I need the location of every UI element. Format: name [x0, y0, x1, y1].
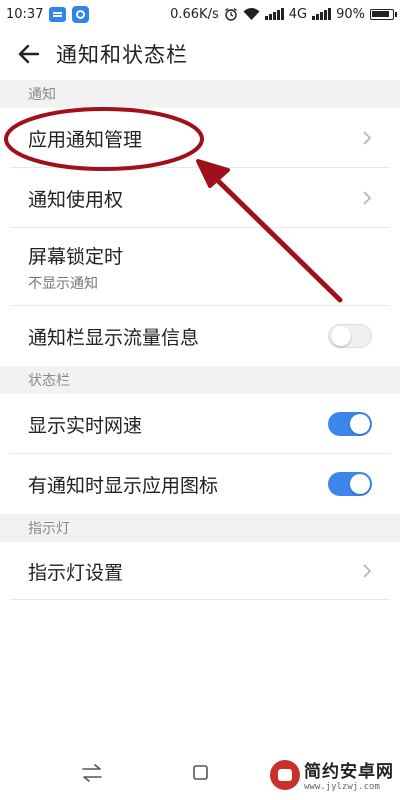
row-label: 显示实时网速 — [28, 414, 143, 437]
signal-icon — [264, 8, 284, 20]
row-sublabel: 不显示通知 — [28, 275, 98, 292]
toggle-knob — [350, 414, 370, 434]
row-notification-access[interactable]: 通知使用权 — [0, 168, 400, 228]
section-label: 状态栏 — [28, 373, 70, 389]
row-app-notification-management[interactable]: 应用通知管理 — [0, 108, 400, 168]
row-label: 有通知时显示应用图标 — [28, 474, 219, 497]
page-title: 通知和状态栏 — [56, 43, 188, 67]
row-show-realtime-speed[interactable]: 显示实时网速 — [0, 394, 400, 454]
section-header-status-bar: 状态栏 — [0, 366, 400, 394]
row-show-traffic-info[interactable]: 通知栏显示流量信息 — [0, 306, 400, 366]
row-label: 通知栏显示流量信息 — [28, 326, 200, 349]
traffic-info-toggle[interactable] — [328, 324, 372, 348]
status-bar: 10:37 0.66K/s 4G 90% — [0, 0, 400, 28]
section-label: 指示灯 — [28, 521, 70, 537]
alarm-icon — [224, 7, 237, 21]
message-app-icon — [49, 6, 67, 22]
section-label: 通知 — [28, 87, 56, 103]
battery-percent: 90% — [336, 6, 365, 22]
row-label: 指示灯设置 — [28, 561, 124, 584]
status-time: 10:37 — [6, 6, 44, 22]
network-type: 4G — [288, 6, 308, 22]
row-indicator-settings[interactable]: 指示灯设置 — [0, 542, 400, 600]
chevron-right-icon — [363, 131, 372, 145]
section-header-notifications: 通知 — [0, 80, 400, 108]
battery-icon — [370, 8, 397, 20]
settings-screen: 10:37 0.66K/s 4G 90% 通知和状态栏 通知 应用通知管理 通知… — [0, 0, 400, 800]
back-button[interactable] — [14, 39, 44, 69]
realtime-speed-toggle[interactable] — [328, 412, 372, 436]
row-label: 屏幕锁定时 — [28, 245, 124, 268]
app-notification-icon — [72, 5, 90, 23]
row-show-app-icon[interactable]: 有通知时显示应用图标 — [0, 454, 400, 514]
app-header: 通知和状态栏 — [0, 28, 400, 80]
app-icon-toggle[interactable] — [328, 472, 372, 496]
android-logo-icon — [270, 759, 300, 790]
watermark-url: www.jylzwj.com — [304, 782, 380, 792]
watermark: 简约安卓网 www.jylzwj.com — [270, 757, 394, 792]
row-text-group: 屏幕锁定时 不显示通知 — [28, 242, 123, 293]
watermark-text: 简约安卓网 www.jylzwj.com — [304, 757, 394, 792]
divider — [10, 599, 390, 600]
toggle-knob — [350, 474, 370, 494]
status-right: 0.66K/s 4G 90% — [170, 6, 397, 22]
network-speed: 0.66K/s — [170, 6, 219, 22]
back-arrow-icon — [18, 44, 40, 64]
section-header-indicator: 指示灯 — [0, 514, 400, 542]
watermark-name: 简约安卓网 — [304, 762, 394, 782]
chevron-right-icon — [363, 191, 372, 205]
square-home-icon[interactable] — [189, 762, 213, 784]
status-left: 10:37 — [6, 5, 90, 23]
row-label: 应用通知管理 — [28, 128, 143, 151]
row-lock-screen[interactable]: 屏幕锁定时 不显示通知 — [0, 228, 400, 306]
swap-arrows-icon[interactable] — [80, 762, 104, 784]
wifi-icon — [243, 7, 260, 20]
row-label: 通知使用权 — [28, 188, 124, 211]
chevron-right-icon — [363, 564, 372, 578]
signal-icon-secondary — [312, 8, 332, 20]
toggle-knob — [331, 326, 351, 346]
